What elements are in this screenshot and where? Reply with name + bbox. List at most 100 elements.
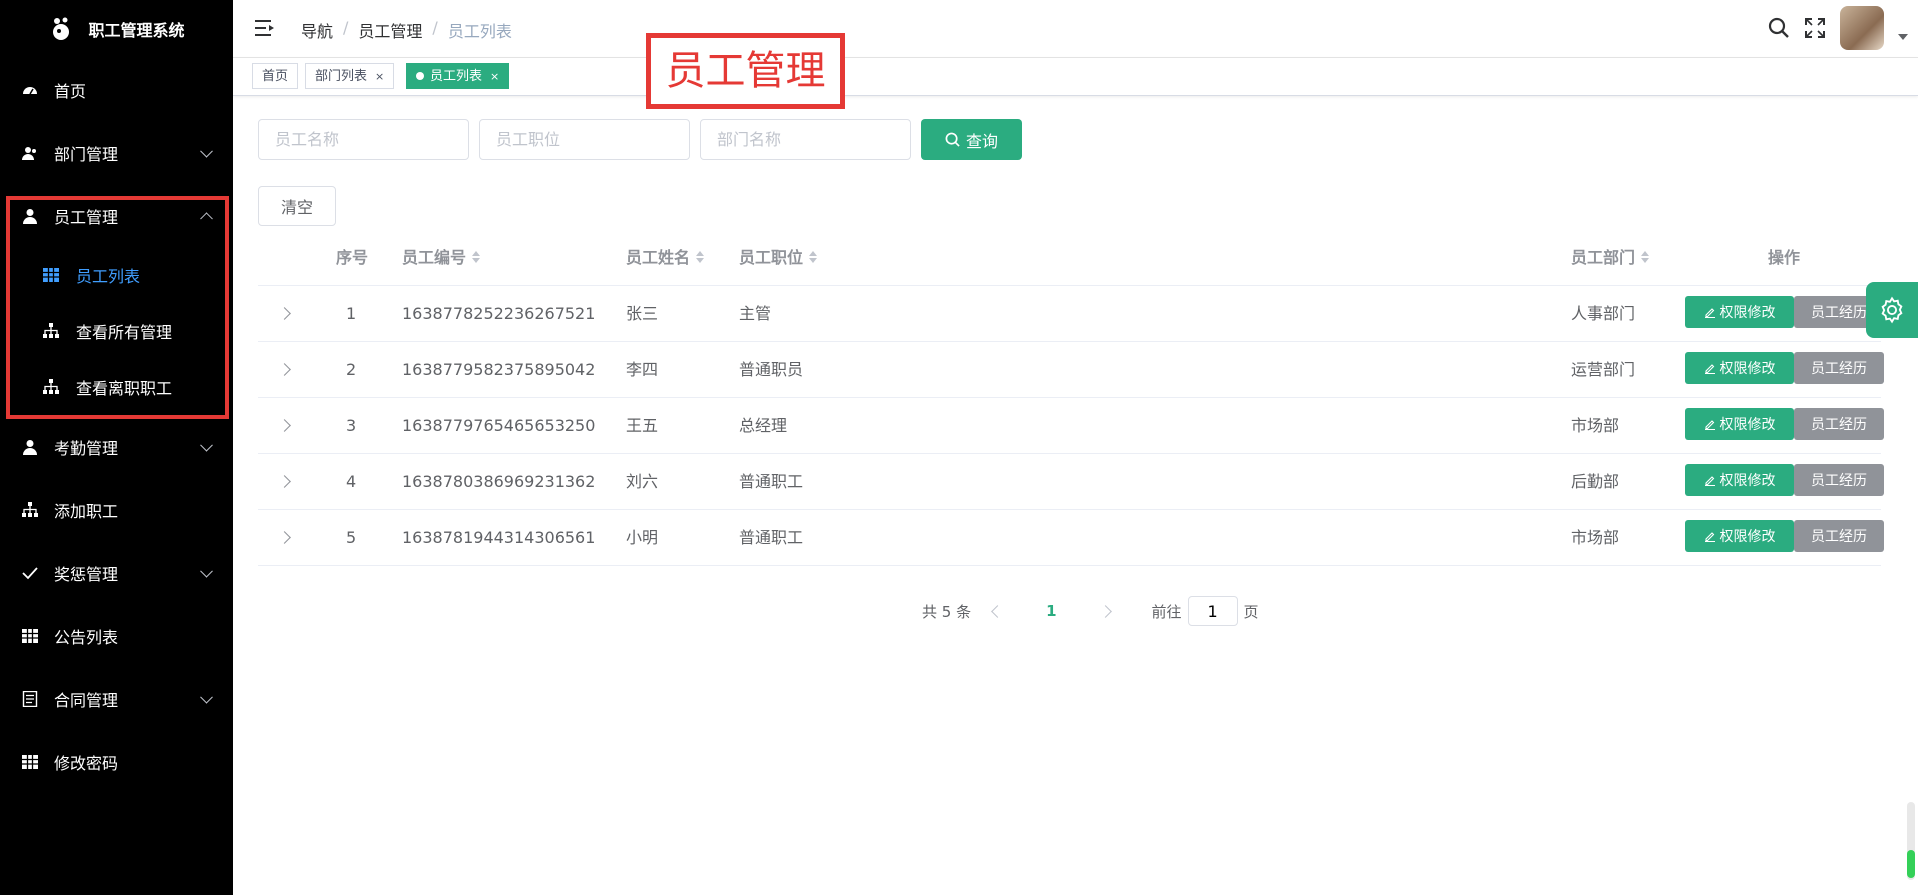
edit-permission-button[interactable]: 权限修改: [1685, 408, 1794, 440]
table-icon: [22, 754, 38, 770]
edit-icon: [1704, 476, 1715, 486]
expand-row-icon[interactable]: [278, 363, 291, 376]
edit-permission-button[interactable]: 权限修改: [1685, 296, 1794, 328]
tag-home[interactable]: 首页: [252, 63, 299, 89]
sidebar-menu: 首页 部门管理员工管理员工列表查看所有管理查看离职职工考勤管理 添加职工奖惩管理公告…: [0, 58, 233, 793]
sidebar-item-7[interactable]: 合同管理: [0, 667, 233, 730]
edit-permission-label: 权限修改: [1719, 473, 1776, 489]
expand-row-icon[interactable]: [278, 475, 291, 488]
cell-employee-name: 张三: [626, 304, 659, 323]
expand-row-icon[interactable]: [278, 419, 291, 432]
col-employee-name[interactable]: 员工姓名: [626, 230, 704, 285]
dashboard-icon: [22, 82, 38, 98]
breadcrumb-item-current: 员工列表: [447, 22, 512, 41]
sidebar-subitem-label: 员工列表: [76, 267, 141, 286]
col-label: 员工部门: [1571, 248, 1636, 267]
sidebar-subitem-2-0[interactable]: 员工列表: [0, 247, 233, 303]
breadcrumb-item-employee-mgmt[interactable]: 员工管理: [358, 18, 422, 42]
cell-index: 3: [346, 416, 357, 435]
org-icon: [22, 501, 38, 518]
gear-icon: [1881, 296, 1903, 324]
search-icon: [945, 132, 960, 147]
page-number-current[interactable]: 1: [1046, 602, 1056, 620]
edit-permission-button[interactable]: 权限修改: [1685, 352, 1794, 384]
cell-employee-dept: 后勤部: [1571, 472, 1620, 491]
expand-row-icon[interactable]: [278, 307, 291, 320]
tag-employee-list[interactable]: 员工列表 ×: [406, 63, 510, 89]
sidebar-item-5[interactable]: 奖惩管理: [0, 541, 233, 604]
sidebar-item-1[interactable]: 部门管理: [0, 121, 233, 184]
edit-icon: [1704, 308, 1715, 318]
employee-history-button[interactable]: 员工经历: [1794, 352, 1884, 384]
sidebar-item-0[interactable]: 首页: [0, 58, 233, 121]
sidebar-item-label: 修改密码: [54, 753, 119, 773]
expand-row-icon[interactable]: [278, 531, 291, 544]
chevron-down-icon: [200, 144, 213, 158]
tags-view-bar: 首页 部门列表 × 员工列表 ×: [233, 58, 1918, 96]
next-page-icon[interactable]: [1098, 604, 1112, 618]
pagination: 共 5 条 1 前往 页: [922, 596, 1259, 626]
user-avatar[interactable]: [1840, 6, 1884, 50]
employee-history-button[interactable]: 员工经历: [1794, 464, 1884, 496]
hamburger-icon[interactable]: [255, 19, 275, 37]
col-employee-dept[interactable]: 员工部门: [1571, 230, 1649, 285]
tag-dept-list[interactable]: 部门列表 ×: [305, 63, 395, 89]
employee-name-input[interactable]: [258, 119, 469, 160]
col-label: 员工职位: [739, 248, 804, 267]
search-icon[interactable]: [1768, 17, 1790, 39]
settings-button[interactable]: [1866, 282, 1918, 338]
query-button[interactable]: 查询: [921, 119, 1022, 160]
sidebar-item-6[interactable]: 公告列表: [0, 604, 233, 667]
employee-history-button[interactable]: 员工经历: [1794, 408, 1884, 440]
caret-down-icon[interactable]: [1898, 34, 1908, 40]
col-actions: 操作: [1768, 248, 1801, 267]
clear-button[interactable]: 清空: [258, 186, 336, 226]
scrollbar-thumb[interactable]: [1907, 850, 1915, 878]
tag-label: 首页: [262, 69, 289, 84]
check-icon: [22, 565, 38, 581]
sidebar-item-8[interactable]: 修改密码: [0, 730, 233, 793]
chevron-up-icon: [200, 211, 213, 225]
col-index: 序号: [336, 248, 369, 267]
tag-close-icon[interactable]: ×: [375, 70, 384, 83]
sort-icon[interactable]: [472, 251, 480, 263]
sidebar-item-4[interactable]: 添加职工: [0, 478, 233, 541]
goto-suffix: 页: [1243, 602, 1259, 621]
sidebar-subitem-2-1[interactable]: 查看所有管理: [0, 303, 233, 359]
employee-history-button[interactable]: 员工经历: [1794, 520, 1884, 552]
department-name-input[interactable]: [700, 119, 911, 160]
goto-page-input[interactable]: [1187, 596, 1238, 626]
edit-permission-button[interactable]: 权限修改: [1685, 464, 1794, 496]
sort-icon[interactable]: [1641, 251, 1649, 263]
cell-employee-dept: 市场部: [1571, 528, 1620, 547]
col-label: 员工编号: [402, 248, 467, 267]
edit-permission-button[interactable]: 权限修改: [1685, 520, 1794, 552]
table-row: 2 1638779582375895042 李四 普通职员 运营部门 权限修改 员工经历: [258, 342, 1884, 398]
sidebar-item-label: 员工管理: [54, 207, 119, 227]
breadcrumb-item-nav[interactable]: 导航: [301, 18, 333, 42]
sort-icon[interactable]: [696, 251, 704, 263]
annotation-label: 员工管理: [646, 33, 845, 109]
chevron-down-icon: [200, 564, 213, 578]
table-icon: [22, 628, 38, 644]
table-row: 3 1638779765465653250 王五 总经理 市场部 权限修改 员工经历: [258, 398, 1884, 454]
employee-position-input[interactable]: [479, 119, 690, 160]
cell-employee-dept: 人事部门: [1571, 304, 1636, 323]
col-employee-position[interactable]: 员工职位: [739, 230, 817, 285]
col-employee-id[interactable]: 员工编号: [402, 230, 480, 285]
cell-employee-position: 普通职员: [739, 360, 804, 379]
cell-employee-name: 王五: [626, 416, 659, 435]
sidebar-item-3[interactable]: 考勤管理: [0, 415, 233, 478]
tag-label: 员工列表: [430, 69, 483, 84]
fullscreen-icon[interactable]: [1804, 17, 1826, 39]
prev-page-icon[interactable]: [991, 604, 1004, 618]
sidebar-subitem-label: 查看离职职工: [76, 379, 173, 398]
sidebar-item-label: 奖惩管理: [54, 564, 119, 584]
sort-icon[interactable]: [809, 251, 817, 263]
sidebar-subitem-2-2[interactable]: 查看离职职工: [0, 359, 233, 415]
table-header: 序号 员工编号 员工姓名 员工职位 员工部门 操作: [258, 230, 1881, 286]
cell-employee-name: 李四: [626, 360, 659, 379]
tag-close-icon[interactable]: ×: [490, 70, 499, 83]
sidebar-item-2[interactable]: 员工管理: [0, 184, 233, 247]
cell-employee-id: 1638780386969231362: [402, 472, 596, 491]
